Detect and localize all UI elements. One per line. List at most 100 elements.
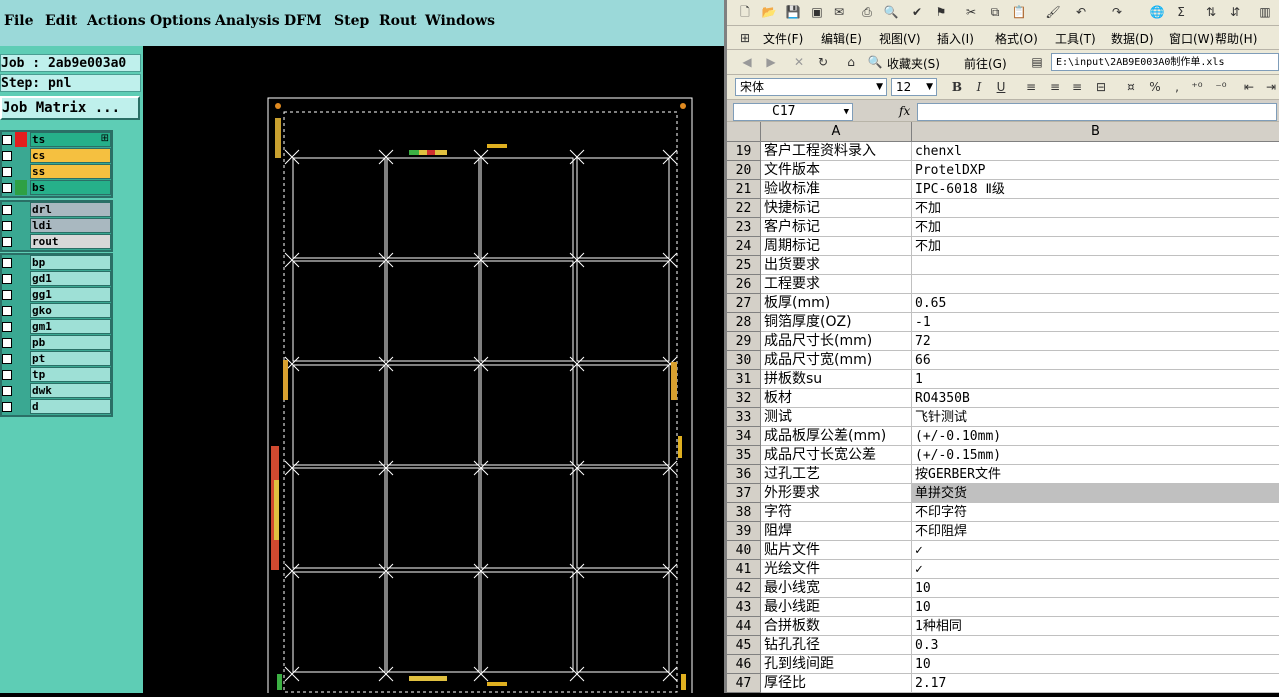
cell-a[interactable]: 字符 <box>761 503 912 522</box>
row-header[interactable]: 20 <box>727 161 761 180</box>
row-header[interactable]: 30 <box>727 351 761 370</box>
fx-icon[interactable]: fx <box>899 104 910 118</box>
cell-b[interactable]: IPC-6018 Ⅱ级 <box>912 180 1279 199</box>
row-header[interactable]: 21 <box>727 180 761 199</box>
cell-a[interactable]: 出货要求 <box>761 256 912 275</box>
cell-a[interactable]: 铜箔厚度(OZ) <box>761 313 912 332</box>
decrease-indent-icon[interactable]: ⇤ <box>1241 79 1257 95</box>
layer-name[interactable]: gd1 <box>30 271 111 286</box>
cell-b[interactable] <box>912 275 1279 294</box>
cell-a[interactable]: 客户标记 <box>761 218 912 237</box>
excel-menu-item[interactable]: 帮助(H) <box>1215 30 1257 47</box>
cell-a[interactable]: 板厚(mm) <box>761 294 912 313</box>
cell-b[interactable]: 单拼交货 <box>912 484 1279 503</box>
row-header[interactable]: 40 <box>727 541 761 560</box>
cell-b[interactable]: chenxl <box>912 142 1279 161</box>
layer-row-gko[interactable]: gko <box>2 303 111 319</box>
row-header[interactable]: 35 <box>727 446 761 465</box>
layer-checkbox[interactable] <box>2 322 12 332</box>
row-header[interactable]: 38 <box>727 503 761 522</box>
cell-b[interactable]: 10 <box>912 598 1279 617</box>
row-header[interactable]: 31 <box>727 370 761 389</box>
layer-checkbox[interactable] <box>2 274 12 284</box>
layer-name[interactable]: ldi <box>30 218 111 233</box>
cell-b[interactable]: 1种相同 <box>912 617 1279 636</box>
cell-b[interactable]: 飞针测试 <box>912 408 1279 427</box>
cell-b[interactable]: 2.17 <box>912 674 1279 693</box>
row-header[interactable]: 47 <box>727 674 761 693</box>
cam-menu-edit[interactable]: Edit <box>45 13 77 29</box>
layer-checkbox[interactable] <box>2 370 12 380</box>
cell-b[interactable]: 不加 <box>912 199 1279 218</box>
merge-center-icon[interactable]: ⊟ <box>1093 79 1109 95</box>
layer-checkbox[interactable] <box>2 402 12 412</box>
row-header[interactable]: 36 <box>727 465 761 484</box>
stop-icon[interactable]: ✕ <box>791 54 807 70</box>
layer-name[interactable]: gm1 <box>30 319 111 334</box>
cell-a[interactable]: 测试 <box>761 408 912 427</box>
select-all-corner[interactable] <box>727 122 761 141</box>
cam-menu-actions[interactable]: Actions <box>87 13 146 29</box>
row-header[interactable]: 43 <box>727 598 761 617</box>
cell-b[interactable]: 不印阻焊 <box>912 522 1279 541</box>
row-header[interactable]: 42 <box>727 579 761 598</box>
search-web-icon[interactable]: 🔍 <box>867 54 883 70</box>
cell-a[interactable]: 周期标记 <box>761 237 912 256</box>
cell-a[interactable]: 阻焊 <box>761 522 912 541</box>
cell-b[interactable]: -1 <box>912 313 1279 332</box>
row-header[interactable]: 29 <box>727 332 761 351</box>
column-header-b[interactable]: B <box>912 122 1279 141</box>
layer-row-pt[interactable]: pt <box>2 351 111 367</box>
row-header[interactable]: 19 <box>727 142 761 161</box>
align-center-icon[interactable]: ≡ <box>1047 79 1063 95</box>
cell-b[interactable]: 按GERBER文件 <box>912 465 1279 484</box>
row-header[interactable]: 39 <box>727 522 761 541</box>
cell-b[interactable] <box>912 256 1279 275</box>
cell-b[interactable]: (+/-0.10mm) <box>912 427 1279 446</box>
copy-icon[interactable]: ⧉ <box>987 4 1003 20</box>
percent-icon[interactable]: % <box>1147 79 1163 95</box>
layer-name[interactable]: ts <box>30 132 111 147</box>
cell-a[interactable]: 孔到线间距 <box>761 655 912 674</box>
layer-checkbox[interactable] <box>2 151 12 161</box>
cell-b[interactable]: 10 <box>912 655 1279 674</box>
row-header[interactable]: 44 <box>727 617 761 636</box>
cam-menu-dfm[interactable]: DFM <box>284 13 322 29</box>
sort-ascending-icon[interactable]: ⇅ <box>1203 4 1219 20</box>
row-header[interactable]: 33 <box>727 408 761 427</box>
layer-row-d[interactable]: d <box>2 399 111 415</box>
row-header[interactable]: 46 <box>727 655 761 674</box>
cell-a[interactable]: 成品板厚公差(mm) <box>761 427 912 446</box>
layer-name[interactable]: gg1 <box>30 287 111 302</box>
layer-checkbox[interactable] <box>2 386 12 396</box>
row-header[interactable]: 45 <box>727 636 761 655</box>
cell-a[interactable]: 板材 <box>761 389 912 408</box>
address-field[interactable]: E:\input\2AB9E003A0制作单.xls <box>1051 53 1279 71</box>
favorites-menu[interactable]: 收藏夹(S) <box>887 55 940 72</box>
excel-menu-item[interactable]: 格式(O) <box>995 30 1038 47</box>
cam-menu-analysis[interactable]: Analysis <box>215 13 280 29</box>
layer-row-cs[interactable]: cs <box>2 148 111 164</box>
cell-a[interactable]: 外形要求 <box>761 484 912 503</box>
cell-b[interactable]: (+/-0.15mm) <box>912 446 1279 465</box>
layer-checkbox[interactable] <box>2 258 12 268</box>
expand-icon[interactable]: ⊞ <box>101 133 109 145</box>
cell-a[interactable]: 成品尺寸宽(mm) <box>761 351 912 370</box>
excel-menu-item[interactable]: 窗口(W) <box>1169 30 1214 47</box>
comma-icon[interactable]: , <box>1169 79 1185 95</box>
layer-name[interactable]: drl <box>30 202 111 217</box>
cell-b[interactable]: 不加 <box>912 218 1279 237</box>
cell-a[interactable]: 最小线距 <box>761 598 912 617</box>
cell-b[interactable]: 0.3 <box>912 636 1279 655</box>
layer-row-bs[interactable]: bs <box>2 180 111 196</box>
layer-name[interactable]: rout <box>30 234 111 249</box>
hyperlink-icon[interactable]: 🌐 <box>1149 4 1165 20</box>
cell-a[interactable]: 验收标准 <box>761 180 912 199</box>
spelling-icon[interactable]: ✔ <box>909 4 925 20</box>
goto-menu[interactable]: 前往(G) <box>964 55 1007 72</box>
layer-checkbox[interactable] <box>2 183 12 193</box>
cell-a[interactable]: 最小线宽 <box>761 579 912 598</box>
cam-menu-options[interactable]: Options <box>150 13 211 29</box>
cell-a[interactable]: 成品尺寸长(mm) <box>761 332 912 351</box>
italic-icon[interactable]: I <box>971 79 987 95</box>
